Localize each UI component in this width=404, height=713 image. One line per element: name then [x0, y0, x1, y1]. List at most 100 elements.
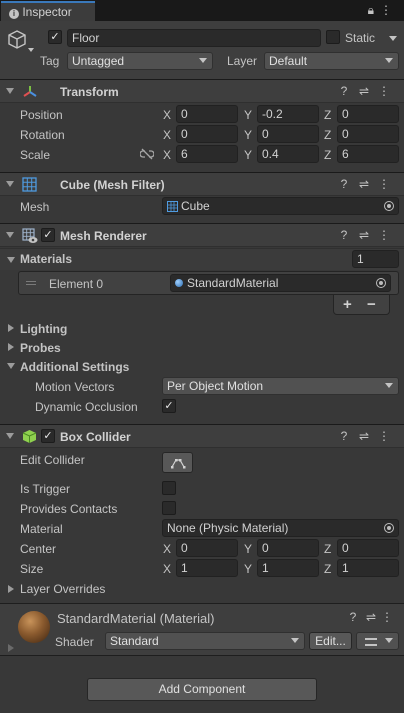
shader-dropdown[interactable]: Standard	[105, 632, 305, 650]
axis-x-label[interactable]: X	[163, 542, 171, 556]
object-picker-icon[interactable]	[384, 201, 394, 211]
axis-y-label[interactable]: Y	[244, 542, 252, 556]
materials-row[interactable]: Materials 1	[0, 248, 404, 270]
position-x-field[interactable]: 0	[176, 105, 238, 123]
element-value: StandardMaterial	[187, 276, 279, 290]
material-preview-icon[interactable]	[18, 611, 50, 643]
preset-icon[interactable]: ⇌	[354, 429, 374, 443]
axis-y-label[interactable]: Y	[244, 148, 252, 162]
size-x-field[interactable]: 1	[176, 559, 238, 577]
physic-material-field[interactable]: None (Physic Material)	[162, 519, 399, 537]
add-element-button[interactable]: +	[343, 296, 352, 313]
gameobject-cube-icon	[8, 30, 26, 49]
fold-arrow-icon[interactable]	[6, 433, 14, 439]
probes-foldout[interactable]: Probes	[20, 341, 61, 355]
additional-settings-foldout[interactable]: Additional Settings	[20, 360, 129, 374]
axis-z-label[interactable]: Z	[324, 148, 331, 162]
materials-count-field[interactable]: 1	[352, 250, 399, 268]
preset-icon[interactable]: ⇌	[354, 177, 374, 191]
drag-handle-icon[interactable]	[26, 281, 36, 285]
center-z-field[interactable]: 0	[337, 539, 399, 557]
remove-element-button[interactable]: −	[367, 296, 376, 313]
object-picker-icon[interactable]	[376, 278, 386, 288]
axis-x-label[interactable]: X	[163, 128, 171, 142]
box-collider-enabled-checkbox[interactable]: ✓	[41, 429, 55, 443]
position-z-field[interactable]: 0	[337, 105, 399, 123]
fold-arrow-icon[interactable]	[8, 585, 14, 593]
kebab-icon[interactable]: ⋮	[374, 228, 394, 242]
menu-icon[interactable]: ⋮	[380, 3, 398, 17]
scale-z-field[interactable]: 6	[337, 145, 399, 163]
fold-arrow-icon[interactable]	[7, 257, 15, 263]
help-icon[interactable]: ?	[334, 177, 354, 191]
provides-contacts-checkbox[interactable]	[162, 501, 176, 515]
tab-inspector[interactable]: i Inspector	[1, 1, 95, 21]
shader-options-dropdown[interactable]	[356, 632, 399, 650]
motion-vectors-dropdown[interactable]: Per Object Motion	[162, 377, 399, 395]
static-checkbox[interactable]	[326, 30, 340, 44]
active-checkbox[interactable]: ✓	[48, 30, 62, 44]
layer-overrides-foldout[interactable]: Layer Overrides	[20, 582, 105, 596]
size-y-field[interactable]: 1	[257, 559, 319, 577]
kebab-icon[interactable]: ⋮	[374, 177, 394, 191]
kebab-icon[interactable]: ⋮	[380, 610, 394, 624]
edit-shader-button[interactable]: Edit...	[309, 632, 352, 650]
object-name-field[interactable]: Floor	[67, 29, 321, 47]
preset-icon[interactable]: ⇌	[362, 610, 380, 624]
axis-y-label[interactable]: Y	[244, 562, 252, 576]
axis-z-label[interactable]: Z	[324, 542, 331, 556]
static-dropdown-arrow[interactable]	[389, 36, 397, 41]
kebab-icon[interactable]: ⋮	[374, 84, 394, 98]
axis-x-label[interactable]: X	[163, 108, 171, 122]
axis-z-label[interactable]: Z	[324, 128, 331, 142]
help-icon[interactable]: ?	[334, 228, 354, 242]
scale-x-field[interactable]: 6	[176, 145, 238, 163]
fold-arrow-icon[interactable]	[6, 232, 14, 238]
help-icon[interactable]: ?	[344, 610, 362, 624]
tag-dropdown[interactable]: Untagged	[67, 52, 213, 70]
material-object-field[interactable]: StandardMaterial	[170, 274, 391, 292]
fold-arrow-icon[interactable]	[6, 88, 14, 94]
help-icon[interactable]: ?	[334, 84, 354, 98]
center-y-field[interactable]: 0	[257, 539, 319, 557]
box-collider-header[interactable]: ✓ Box Collider ? ⇌ ⋮	[0, 424, 404, 448]
fold-arrow-icon[interactable]	[8, 343, 14, 351]
axis-x-label[interactable]: X	[163, 562, 171, 576]
fold-arrow-icon[interactable]	[8, 324, 14, 332]
center-x-field[interactable]: 0	[176, 539, 238, 557]
dynamic-occlusion-checkbox[interactable]: ✓	[162, 399, 176, 413]
rotation-z-field[interactable]: 0	[337, 125, 399, 143]
lock-icon[interactable]: 🔒︎	[368, 3, 380, 17]
help-icon[interactable]: ?	[334, 429, 354, 443]
size-z-field[interactable]: 1	[337, 559, 399, 577]
object-picker-icon[interactable]	[384, 523, 394, 533]
edit-collider-button[interactable]	[162, 452, 193, 473]
preset-icon[interactable]: ⇌	[354, 84, 374, 98]
axis-y-label[interactable]: Y	[244, 128, 252, 142]
axis-x-label[interactable]: X	[163, 148, 171, 162]
mesh-object-field[interactable]: Cube	[162, 197, 399, 215]
lighting-foldout[interactable]: Lighting	[20, 322, 67, 336]
preset-icon[interactable]: ⇌	[354, 228, 374, 242]
is-trigger-checkbox[interactable]	[162, 481, 176, 495]
rotation-x-field[interactable]: 0	[176, 125, 238, 143]
icon-dropdown-arrow[interactable]	[28, 48, 34, 52]
scale-y-field[interactable]: 0.4	[257, 145, 319, 163]
add-component-button[interactable]: Add Component	[87, 678, 317, 701]
layer-dropdown[interactable]: Default	[264, 52, 399, 70]
mesh-renderer-header[interactable]: ✓ Mesh Renderer ? ⇌ ⋮	[0, 223, 404, 247]
position-y-field[interactable]: -0.2	[257, 105, 319, 123]
mesh-renderer-enabled-checkbox[interactable]: ✓	[41, 228, 55, 242]
axis-z-label[interactable]: Z	[324, 562, 331, 576]
fold-arrow-icon[interactable]	[6, 181, 14, 187]
fold-arrow-icon[interactable]	[8, 644, 14, 652]
rotation-y-field[interactable]: 0	[257, 125, 319, 143]
axis-z-label[interactable]: Z	[324, 108, 331, 122]
fold-arrow-icon[interactable]	[7, 363, 15, 369]
layer-value: Default	[269, 54, 308, 68]
mesh-filter-header[interactable]: Cube (Mesh Filter) ? ⇌ ⋮	[0, 172, 404, 196]
transform-header[interactable]: Transform ? ⇌ ⋮	[0, 79, 404, 103]
axis-y-label[interactable]: Y	[244, 108, 252, 122]
constrain-proportions-icon[interactable]	[140, 148, 154, 160]
kebab-icon[interactable]: ⋮	[374, 429, 394, 443]
